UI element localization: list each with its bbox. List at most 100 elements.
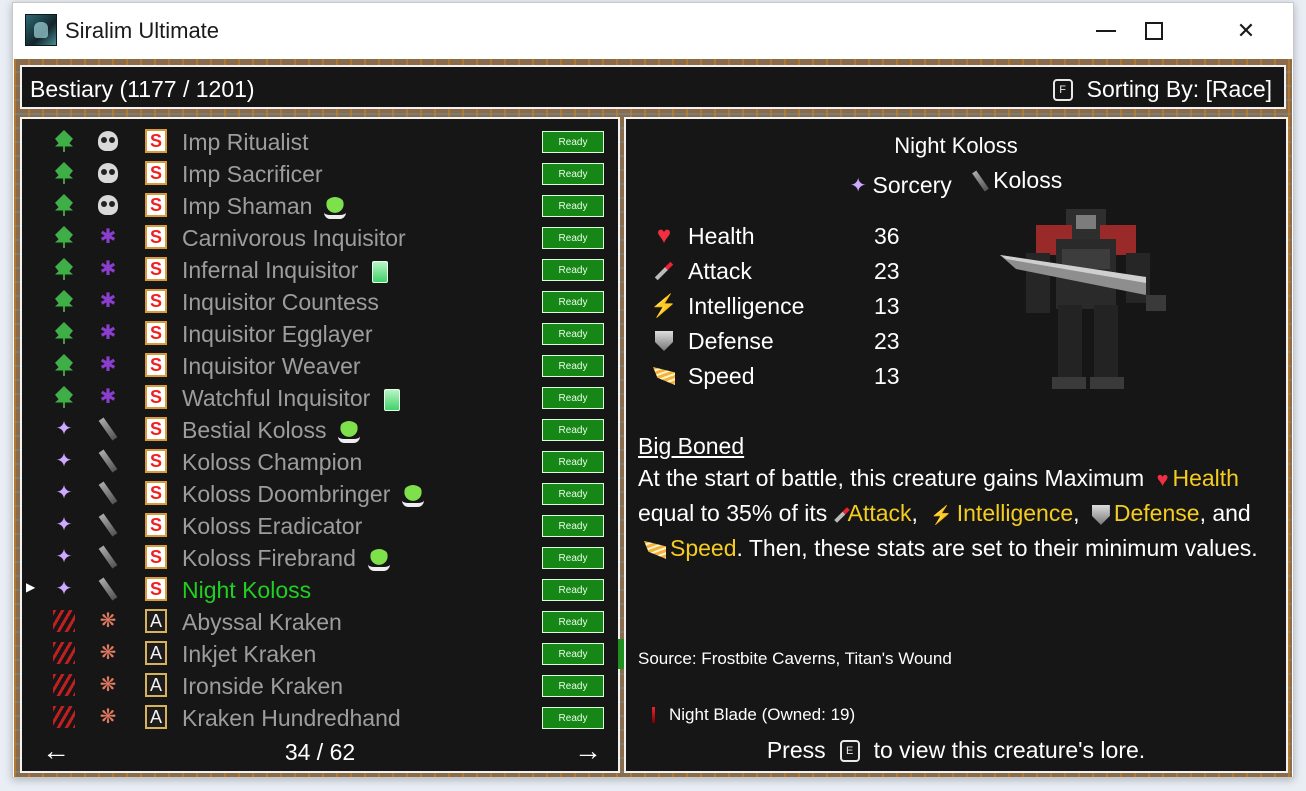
class-icon-slot	[52, 321, 76, 345]
creature-list-row[interactable]: ▶ ✦ S Night Koloss Ready	[22, 573, 618, 605]
creature-list-row[interactable]: ✦ S Koloss Eradicator Ready	[22, 509, 618, 541]
rank-letter-icon: S	[145, 193, 167, 217]
rank-letter-icon: S	[145, 385, 167, 409]
creature-class: Sorcery	[872, 172, 952, 198]
ready-badge: Ready	[542, 643, 604, 665]
creature-list-row[interactable]: ❋ A Inkjet Kraken Ready	[22, 637, 618, 669]
creature-name: Imp Ritualist	[182, 129, 309, 156]
creature-list-row[interactable]: ❋ A Abyssal Kraken Ready	[22, 605, 618, 637]
race-icon-slot: ✱	[96, 353, 120, 377]
race-icon-slot	[96, 417, 120, 441]
class-icon-slot	[52, 609, 76, 633]
creature-list-row[interactable]: ✱ S Inquisitor Egglayer Ready	[22, 317, 618, 349]
creature-list-row[interactable]: S Imp Ritualist Ready	[22, 125, 618, 157]
creature-name: Carnivorous Inquisitor	[182, 225, 406, 252]
rank-icon-slot: A	[144, 705, 168, 729]
creature-list-row[interactable]: ✱ S Watchful Inquisitor Ready	[22, 381, 618, 413]
stat-speed: Speed 13	[650, 361, 930, 393]
creature-list-row[interactable]: ✱ S Inquisitor Countess Ready	[22, 285, 618, 317]
card-badge-icon	[372, 260, 389, 283]
trait-description: At the start of battle, this creature ga…	[638, 461, 1282, 566]
creature-list-row[interactable]: ✦ S Koloss Champion Ready	[22, 445, 618, 477]
stat-intelligence: ⚡ Intelligence 13	[650, 291, 930, 323]
creature-list-row[interactable]: ✱ S Inquisitor Weaver Ready	[22, 349, 618, 381]
creature-list-row[interactable]: ❋ A Kraken Hundredhand Ready	[22, 701, 618, 733]
wing-icon	[644, 540, 666, 559]
ready-badge: Ready	[542, 291, 604, 313]
ready-badge: Ready	[542, 515, 604, 537]
stat-value: 36	[874, 223, 900, 249]
stat-defense: Defense 23	[650, 326, 930, 358]
stat-value: 23	[874, 258, 900, 284]
koloss-race-icon	[972, 170, 990, 191]
ready-badge: Ready	[542, 611, 604, 633]
slime-badge-icon	[402, 484, 425, 507]
creature-list-row[interactable]: ✦ S Koloss Firebrand Ready	[22, 541, 618, 573]
creature-name-text: Inquisitor Egglayer	[182, 321, 373, 347]
rank-letter-icon: S	[145, 353, 167, 377]
nature-icon	[55, 354, 73, 376]
stat-attack: Attack 23	[650, 256, 930, 288]
sorcery-icon: ✦	[55, 482, 73, 504]
close-button[interactable]: ✕	[1223, 3, 1269, 59]
creature-list-row[interactable]: ✦ S Bestial Koloss Ready	[22, 413, 618, 445]
nature-icon	[55, 194, 73, 216]
stat-health: ♥ Health 36	[650, 221, 930, 253]
creature-item: Night Blade (Owned: 19)	[652, 705, 855, 725]
race-icon-slot	[96, 193, 120, 217]
creature-name: Koloss Doombringer	[182, 481, 425, 508]
nature-icon	[55, 322, 73, 344]
kraken-race-icon: ❋	[99, 642, 117, 664]
ready-badge: Ready	[542, 259, 604, 281]
class-icon-slot	[52, 289, 76, 313]
creature-list-row[interactable]: ❋ A Ironside Kraken Ready	[22, 669, 618, 701]
imp-race-icon	[98, 131, 118, 151]
maximize-button[interactable]	[1131, 3, 1177, 59]
creature-list-row[interactable]: ✦ S Koloss Doombringer Ready	[22, 477, 618, 509]
sorcery-icon: ✦	[55, 514, 73, 536]
creature-list-row[interactable]: ✱ S Infernal Inquisitor Ready	[22, 253, 618, 285]
creature-name: Infernal Inquisitor	[182, 257, 389, 284]
rank-icon-slot: S	[144, 225, 168, 249]
creature-list-row[interactable]: S Imp Shaman Ready	[22, 189, 618, 221]
nature-icon	[55, 258, 73, 280]
heart-icon: ♥	[1156, 468, 1169, 491]
ready-badge: Ready	[542, 355, 604, 377]
trait-keyword-intelligence: Intelligence	[956, 500, 1074, 526]
rank-letter-icon: A	[145, 673, 167, 697]
minimize-button[interactable]	[1083, 3, 1129, 59]
sort-label: Sorting By: [Race]	[1086, 76, 1272, 102]
trait-keyword-speed: Speed	[670, 535, 737, 561]
title-bar: Siralim Ultimate ✕	[13, 3, 1293, 59]
bestiary-title: Bestiary (1177 / 1201)	[30, 76, 255, 102]
inquisitor-race-icon: ✱	[99, 290, 117, 312]
trait-text: and	[1212, 500, 1251, 526]
creature-list-row[interactable]: S Imp Sacrificer Ready	[22, 157, 618, 189]
creature-name: Koloss Firebrand	[182, 545, 390, 572]
sort-control[interactable]: F Sorting By: [Race]	[1052, 76, 1272, 103]
item-label: Night Blade (Owned: 19)	[669, 705, 856, 724]
creature-list-row[interactable]: ✱ S Carnivorous Inquisitor Ready	[22, 221, 618, 253]
lore-hint[interactable]: Press E to view this creature's lore.	[626, 737, 1286, 764]
heart-icon: ♥	[656, 222, 672, 249]
sorcery-icon: ✦	[55, 450, 73, 472]
class-icon-slot: ✦	[52, 417, 76, 441]
maximize-icon	[1145, 22, 1163, 40]
rank-icon-slot: S	[144, 481, 168, 505]
rank-letter-icon: S	[145, 321, 167, 345]
trait-text: ,	[911, 500, 918, 526]
kraken-race-icon: ❋	[99, 674, 117, 696]
rank-letter-icon: S	[145, 513, 167, 537]
next-page-arrow-icon[interactable]: →	[574, 735, 602, 767]
ready-badge: Ready	[542, 483, 604, 505]
rank-letter-icon: A	[145, 641, 167, 665]
creature-name-text: Bestial Koloss	[182, 417, 327, 443]
rank-icon-slot: S	[144, 449, 168, 473]
creature-name: Ironside Kraken	[182, 673, 343, 700]
ready-badge: Ready	[542, 547, 604, 569]
game-viewport: Bestiary (1177 / 1201) F Sorting By: [Ra…	[14, 59, 1292, 777]
inquisitor-race-icon: ✱	[99, 322, 117, 344]
class-icon-slot: ✦	[52, 577, 76, 601]
rank-letter-icon: S	[145, 289, 167, 313]
race-icon-slot: ❋	[96, 673, 120, 697]
